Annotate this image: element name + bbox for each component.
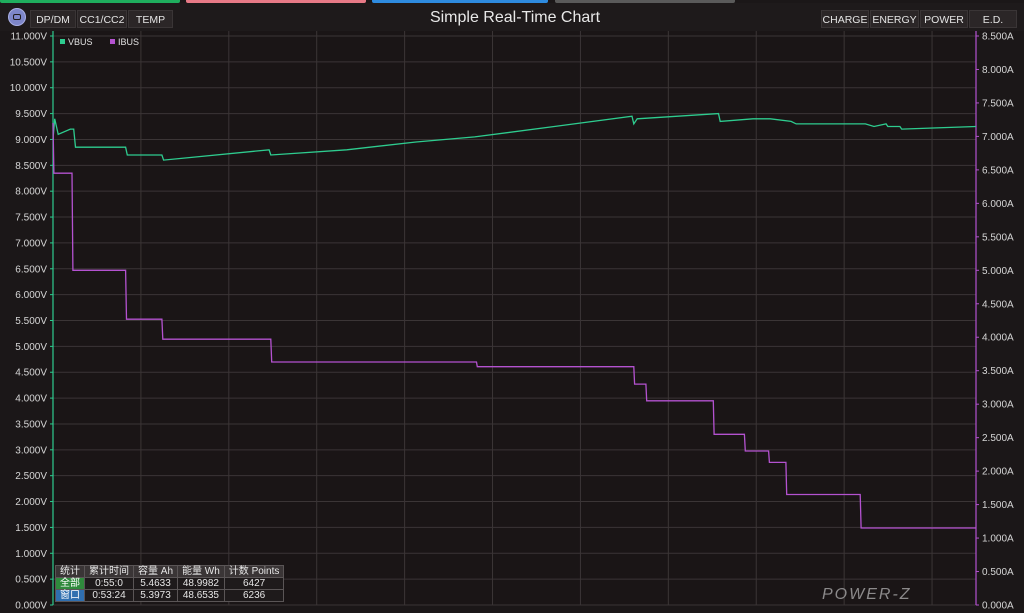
stats-row-label: 窗口 bbox=[55, 589, 85, 602]
stats-cell: 5.4633 bbox=[132, 577, 179, 590]
stats-header-row: 统计 累计时间 容量 Ah 能量 Wh 计数 Points bbox=[55, 565, 285, 578]
stats-table: 统计 累计时间 容量 Ah 能量 Wh 计数 Points 全部 0:55:0 … bbox=[55, 565, 285, 602]
legend-swatch bbox=[60, 39, 65, 44]
right-tick-label: 5.500A bbox=[982, 232, 1014, 243]
right-tick-label: 8.000A bbox=[982, 65, 1014, 76]
right-tick-label: 0.500A bbox=[982, 567, 1014, 578]
stats-row-all: 全部 0:55:0 5.4633 48.9982 6427 bbox=[55, 577, 285, 590]
left-tick-label: 4.500V bbox=[15, 368, 47, 379]
left-tick-label: 5.000V bbox=[15, 342, 47, 353]
legend-label: IBUS bbox=[118, 37, 139, 47]
brand-watermark: POWER-Z bbox=[822, 586, 912, 603]
right-axis: 0.000A 0.500A 1.000A 1.500A 2.000A 2.500A 3.00… bbox=[975, 31, 1014, 612]
left-tick-label: 3.000V bbox=[15, 445, 47, 456]
left-tick-label: 8.000V bbox=[15, 187, 47, 198]
stats-cell: 48.9982 bbox=[177, 577, 225, 590]
stats-row-window: 窗口 0:53:24 5.3973 48.6535 6236 bbox=[55, 589, 285, 602]
left-tick-label: 11.000V bbox=[10, 32, 47, 43]
stats-row-label: 全部 bbox=[55, 577, 85, 590]
right-tick-label: 6.500A bbox=[982, 165, 1014, 176]
right-tick-label: 1.500A bbox=[982, 500, 1014, 511]
right-tick-label: 0.000A bbox=[982, 601, 1014, 612]
left-tick-label: 8.500V bbox=[15, 161, 47, 172]
legend-label: VBUS bbox=[68, 37, 93, 47]
left-tick-label: 1.500V bbox=[15, 523, 47, 534]
legend-swatch bbox=[110, 39, 115, 44]
stats-cell: 0:53:24 bbox=[84, 589, 134, 602]
left-tick-label: 0.500V bbox=[15, 575, 47, 586]
left-tick-label: 4.000V bbox=[15, 394, 47, 405]
left-tick-label: 2.500V bbox=[15, 471, 47, 482]
stats-cell: 6427 bbox=[223, 577, 285, 590]
left-tick-label: 7.500V bbox=[15, 213, 47, 224]
left-tick-label: 1.000V bbox=[15, 549, 47, 560]
left-tick-label: 2.000V bbox=[15, 497, 47, 508]
left-tick-label: 3.500V bbox=[15, 419, 47, 430]
stats-header: 容量 Ah bbox=[132, 565, 179, 578]
right-tick-label: 5.000A bbox=[982, 266, 1014, 277]
stats-cell: 48.6535 bbox=[177, 589, 225, 602]
stats-cell: 5.3973 bbox=[132, 589, 179, 602]
plot-area bbox=[53, 31, 976, 606]
left-tick-label: 9.000V bbox=[15, 135, 47, 146]
right-tick-label: 7.000A bbox=[982, 132, 1014, 143]
right-tick-label: 1.000A bbox=[982, 534, 1014, 545]
left-tick-label: 10.000V bbox=[10, 83, 48, 94]
stats-cell: 0:55:0 bbox=[84, 577, 134, 590]
stats-header: 累计时间 bbox=[84, 565, 134, 578]
left-tick-label: 9.500V bbox=[15, 109, 47, 120]
stats-header: 能量 Wh bbox=[177, 565, 225, 578]
chart-canvas[interactable]: 0.000V 0.500V 1.000V 1.500V 2.000V 2.500V 3.00… bbox=[0, 0, 1024, 613]
left-tick-label: 5.500V bbox=[15, 316, 47, 327]
right-tick-label: 3.000A bbox=[982, 400, 1014, 411]
right-tick-label: 4.000A bbox=[982, 333, 1014, 344]
left-axis: 0.000V 0.500V 1.000V 1.500V 2.000V 2.500V 3.00… bbox=[10, 31, 54, 612]
stats-header: 统计 bbox=[55, 565, 85, 578]
left-tick-label: 6.000V bbox=[15, 290, 47, 301]
right-tick-label: 7.500A bbox=[982, 98, 1014, 109]
left-tick-label: 10.500V bbox=[10, 57, 48, 68]
right-tick-label: 6.000A bbox=[982, 199, 1014, 210]
right-tick-label: 4.500A bbox=[982, 299, 1014, 310]
stats-header: 计数 Points bbox=[223, 565, 285, 578]
right-tick-label: 8.500A bbox=[982, 32, 1014, 43]
left-tick-label: 6.500V bbox=[15, 264, 47, 275]
left-tick-label: 7.000V bbox=[15, 238, 47, 249]
left-tick-label: 0.000V bbox=[15, 601, 47, 612]
stats-cell: 6236 bbox=[223, 589, 285, 602]
right-tick-label: 3.500A bbox=[982, 366, 1014, 377]
right-tick-label: 2.000A bbox=[982, 467, 1014, 478]
right-tick-label: 2.500A bbox=[982, 433, 1014, 444]
